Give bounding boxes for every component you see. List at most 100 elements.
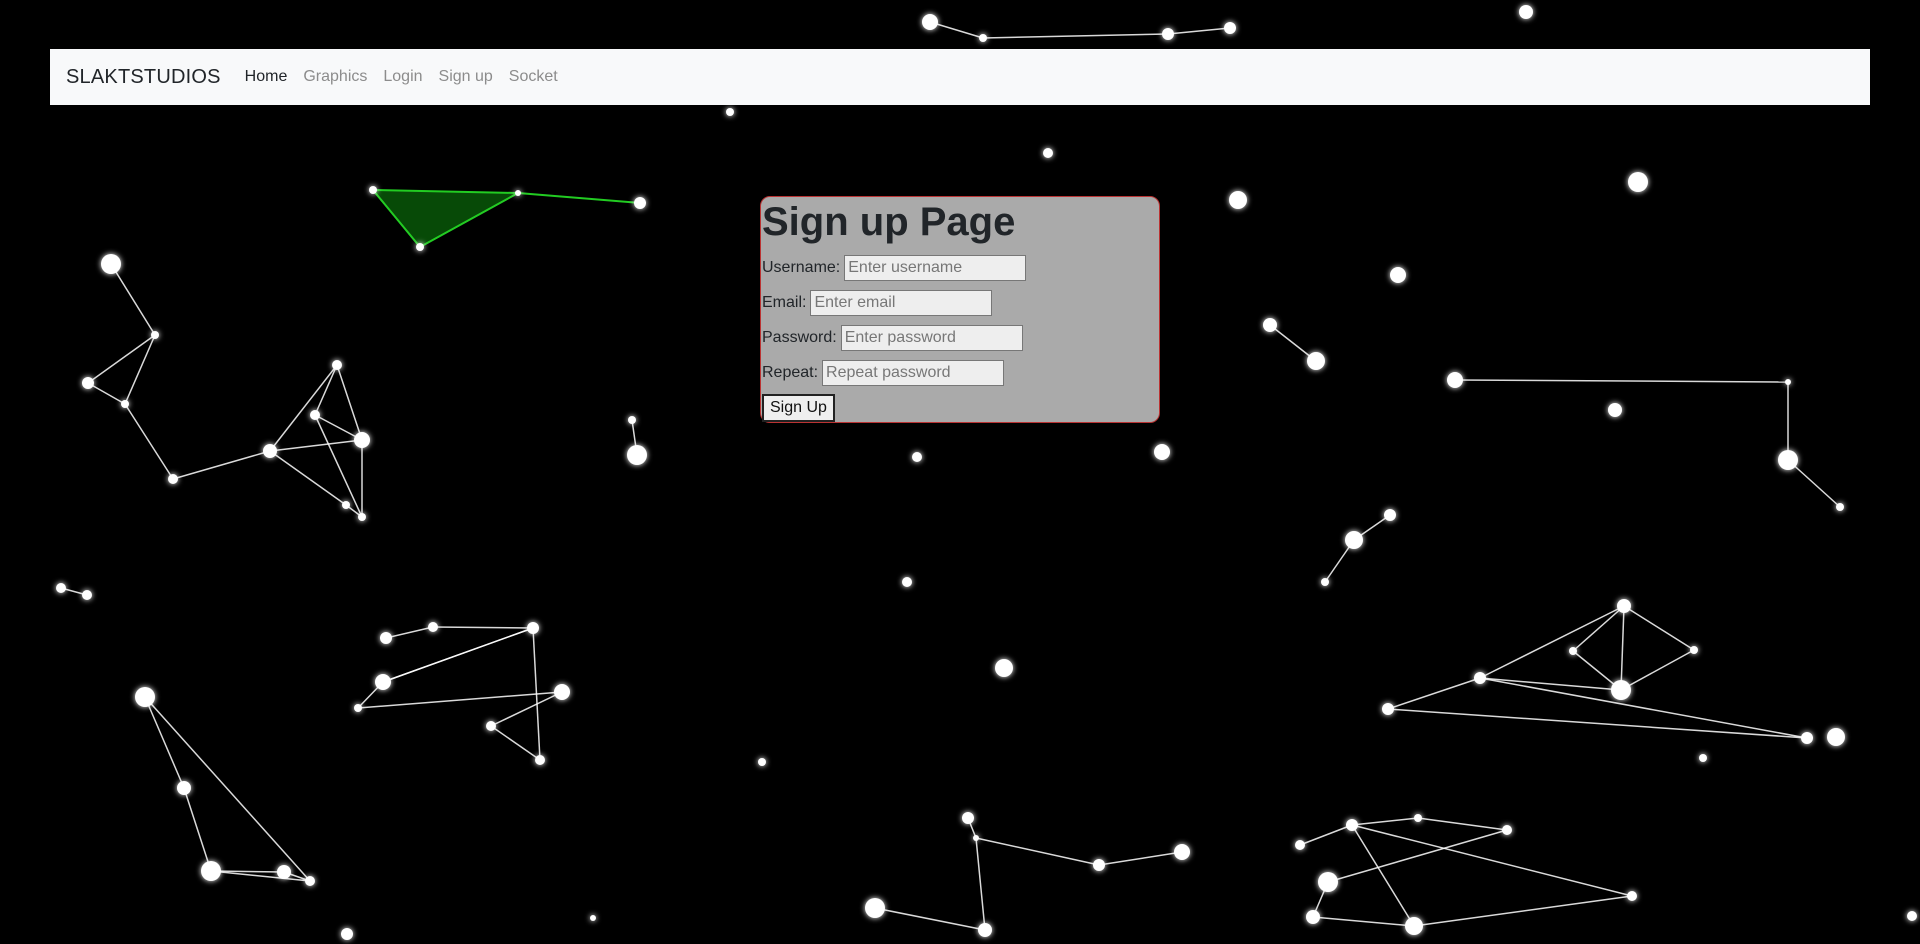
network-node: [1907, 911, 1917, 921]
network-node: [1307, 352, 1325, 370]
highlight-edge: [517, 192, 641, 204]
email-input[interactable]: [810, 290, 993, 316]
network-node: [341, 928, 353, 940]
network-node: [277, 865, 291, 879]
network-node: [1569, 647, 1577, 655]
network-edge: [1387, 677, 1481, 710]
network-node: [1405, 917, 1423, 935]
network-node: [121, 400, 129, 408]
network-node: [1627, 891, 1637, 901]
network-edge: [110, 263, 156, 336]
network-node: [973, 835, 979, 841]
nav-link-home[interactable]: Home: [245, 68, 288, 86]
network-edge: [144, 696, 185, 789]
email-row: Email:: [762, 288, 993, 318]
network-node: [1162, 28, 1174, 40]
network-node: [1295, 840, 1305, 850]
navbar-brand[interactable]: SLAKTSTUDIOS: [66, 66, 221, 89]
network-node: [758, 758, 766, 766]
repeat-password-input[interactable]: [822, 360, 1005, 386]
top-navbar: SLAKTSTUDIOS Home Graphics Login Sign up…: [50, 49, 1870, 105]
network-node: [527, 622, 539, 634]
nav-link-graphics[interactable]: Graphics: [303, 68, 367, 86]
network-node: [1502, 825, 1512, 835]
network-node: [1519, 5, 1533, 19]
network-edge: [1620, 649, 1695, 691]
network-node: [962, 812, 974, 824]
network-edge: [172, 450, 271, 480]
network-edge: [1454, 379, 1789, 383]
network-node: [1093, 859, 1105, 871]
nav-link-signup[interactable]: Sign up: [439, 68, 493, 86]
network-edge: [1413, 895, 1633, 927]
network-node: [310, 410, 320, 420]
network-node: [1801, 732, 1813, 744]
network-edge: [87, 382, 126, 405]
network-node: [535, 755, 545, 765]
network-node: [486, 721, 496, 731]
signup-button[interactable]: Sign Up: [762, 394, 835, 422]
network-edge: [269, 439, 363, 452]
network-node: [135, 687, 155, 707]
network-edge: [1312, 916, 1415, 927]
network-edge: [1620, 605, 1625, 691]
network-node: [1229, 191, 1247, 209]
network-edge: [1351, 817, 1419, 826]
network-node: [201, 861, 221, 881]
network-edge: [357, 691, 563, 709]
network-node: [979, 34, 987, 42]
network-edge: [1623, 605, 1695, 651]
network-edge: [1417, 817, 1508, 831]
network-node: [263, 444, 277, 458]
email-label: Email:: [762, 294, 807, 311]
network-node: [1154, 444, 1170, 460]
network-node: [1321, 578, 1329, 586]
network-node: [912, 452, 922, 462]
network-node: [1390, 267, 1406, 283]
signup-form-card: Sign up Page Username: Email: Password: …: [760, 196, 1160, 423]
network-node: [1699, 754, 1707, 762]
nav-link-login[interactable]: Login: [383, 68, 422, 86]
network-node: [865, 898, 885, 918]
network-node: [978, 923, 992, 937]
network-edge: [314, 414, 363, 518]
network-edge: [1387, 708, 1808, 739]
network-node: [1628, 172, 1648, 192]
network-node: [1224, 22, 1236, 34]
network-node: [902, 577, 912, 587]
network-edge: [269, 364, 338, 452]
network-edge: [975, 837, 986, 931]
network-edge: [144, 696, 311, 882]
network-node: [995, 659, 1013, 677]
network-node: [82, 377, 94, 389]
network-node: [1617, 599, 1631, 613]
particle-network-background: [56, 5, 1917, 940]
nav-link-socket[interactable]: Socket: [509, 68, 558, 86]
network-edge: [982, 33, 1169, 39]
network-node: [416, 243, 424, 251]
network-edge: [975, 837, 1100, 866]
network-node: [1785, 379, 1791, 385]
network-node: [1778, 450, 1798, 470]
network-edge: [1351, 824, 1415, 927]
network-nodes: [56, 5, 1917, 940]
network-node: [151, 331, 159, 339]
network-node: [1263, 318, 1277, 332]
network-node: [1306, 910, 1320, 924]
network-edge: [874, 907, 986, 931]
username-row: Username:: [762, 253, 1027, 283]
username-label: Username:: [762, 259, 841, 276]
password-input[interactable]: [840, 325, 1023, 351]
network-node: [1318, 872, 1338, 892]
network-node: [358, 513, 366, 521]
network-edge: [1787, 459, 1841, 508]
network-edge: [183, 787, 212, 872]
network-node: [168, 474, 178, 484]
network-node: [342, 501, 350, 509]
network-node: [1827, 728, 1845, 746]
username-input[interactable]: [844, 255, 1027, 281]
password-row: Password:: [762, 323, 1023, 353]
network-edge: [432, 626, 534, 629]
network-node: [428, 622, 438, 632]
network-node: [177, 781, 191, 795]
